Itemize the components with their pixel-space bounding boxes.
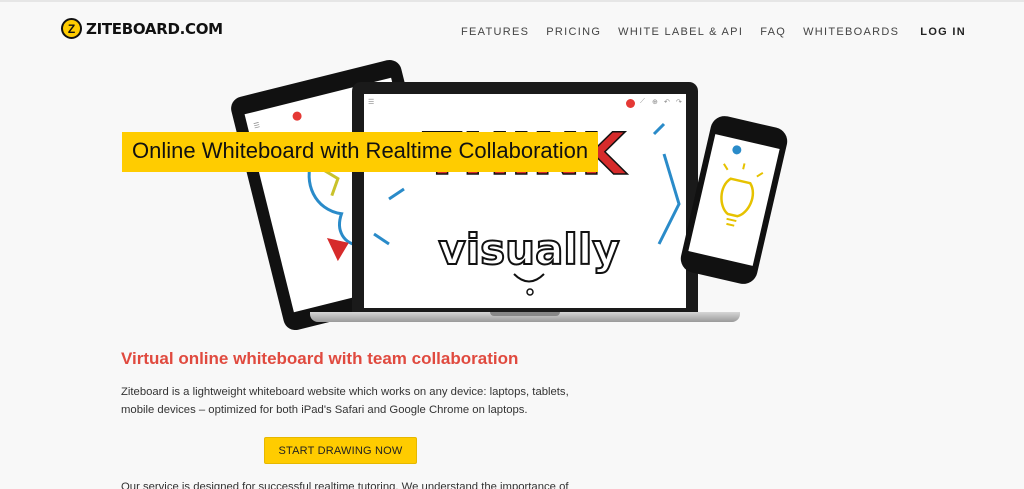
start-drawing-button[interactable]: START DRAWING NOW (264, 437, 417, 464)
nav-pricing[interactable]: PRICING (546, 26, 601, 38)
brand-name: ZITEBOARD.COM (86, 19, 223, 38)
section-subheading: Virtual online whiteboard with team coll… (121, 349, 519, 368)
top-navigation: FEATURES PRICING WHITE LABEL & API FAQ W… (461, 26, 966, 38)
section-description: Ziteboard is a lightweight whiteboard we… (121, 386, 569, 416)
phone-screen (688, 134, 780, 266)
login-link[interactable]: LOG IN (920, 26, 966, 38)
laptop-notch (490, 312, 560, 316)
laptop-screen: ☰ ⟋ ⊕ ↶ ↷ THINK visually (364, 94, 686, 308)
logo-icon: Z (61, 18, 82, 39)
cutoff-paragraph: Our service is designed for successful r… (121, 481, 571, 489)
hero-devices-illustration: ☰ ☰ ⟋ ⊕ ↶ ↷ THINK visually (0, 57, 1024, 333)
think-visually-art: THINK visually (373, 119, 681, 296)
laptop-device: ☰ ⟋ ⊕ ↶ ↷ THINK visually (352, 82, 698, 314)
nav-faq[interactable]: FAQ (760, 26, 786, 38)
nav-whiteboards[interactable]: WHITEBOARDS (803, 26, 899, 38)
hero-headline: Online Whiteboard with Realtime Collabor… (122, 132, 599, 172)
brand-logo[interactable]: Z ZITEBOARD.COM (61, 18, 223, 39)
top-border (0, 0, 1024, 2)
nav-features[interactable]: FEATURES (461, 26, 529, 38)
nav-white-label-api[interactable]: WHITE LABEL & API (618, 26, 743, 38)
art-word-visually: visually (438, 225, 619, 274)
lightbulb-doodle (720, 163, 764, 227)
